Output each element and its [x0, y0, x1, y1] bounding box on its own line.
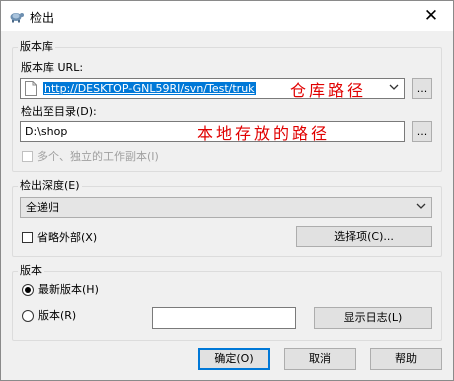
- show-log-button[interactable]: 显示日志(L): [314, 307, 432, 329]
- url-label: 版本库 URL:: [21, 61, 84, 74]
- revision-radio-label: 版本(R): [38, 309, 77, 322]
- multiple-copies-label: 多个、独立的工作副本(I): [37, 150, 159, 163]
- ok-button[interactable]: 确定(O): [198, 348, 270, 370]
- depth-group-label: 检出深度(E): [18, 179, 82, 192]
- head-revision-radio[interactable]: [22, 284, 34, 296]
- revision-group: [12, 271, 442, 341]
- cancel-button[interactable]: 取消: [284, 348, 356, 370]
- depth-select[interactable]: 全递归: [20, 197, 432, 218]
- choose-items-label: 选择项(C)...: [334, 230, 394, 243]
- close-icon: ✕: [423, 6, 439, 26]
- url-annotation: 仓库路径: [290, 81, 367, 100]
- url-browse-label: ...: [416, 82, 428, 95]
- checkout-dir-value: D:\shop: [25, 125, 68, 138]
- chevron-down-icon: [416, 203, 426, 209]
- tortoisesvn-icon: [10, 13, 24, 23]
- show-log-label: 显示日志(L): [343, 311, 403, 324]
- title-bar: 检出 ✕: [1, 1, 453, 31]
- ok-label: 确定(O): [214, 352, 254, 365]
- help-button[interactable]: 帮助: [370, 348, 442, 370]
- multiple-copies-checkbox[interactable]: [22, 151, 33, 162]
- help-label: 帮助: [395, 352, 417, 365]
- cancel-label: 取消: [309, 352, 331, 365]
- repository-group-label: 版本库: [18, 40, 55, 53]
- dir-browse-button[interactable]: ...: [412, 121, 432, 142]
- dir-browse-label: ...: [416, 125, 428, 138]
- url-browse-button[interactable]: ...: [412, 78, 432, 99]
- file-icon: [25, 81, 37, 96]
- omit-externals-label: 省略外部(X): [37, 231, 98, 244]
- depth-selected-value: 全递归: [26, 201, 59, 214]
- url-value: http://DESKTOP-GNL59RI/svn/Test/truk: [43, 82, 256, 95]
- close-button[interactable]: ✕: [409, 1, 453, 31]
- dir-annotation: 本地存放的路径: [197, 124, 331, 143]
- choose-items-button[interactable]: 选择项(C)...: [296, 226, 432, 247]
- checkout-dialog: 检出 ✕ 版本库 版本库 URL: http://DESKTOP-GNL59RI…: [0, 0, 454, 381]
- chevron-down-icon[interactable]: [389, 83, 399, 91]
- revision-group-label: 版本: [18, 264, 44, 277]
- revision-input[interactable]: [152, 307, 296, 329]
- checkout-dir-label: 检出至目录(D):: [21, 105, 97, 118]
- revision-radio[interactable]: [22, 310, 34, 322]
- head-revision-label: 最新版本(H): [38, 283, 99, 296]
- omit-externals-checkbox[interactable]: [22, 232, 33, 243]
- window-title: 检出: [30, 11, 55, 25]
